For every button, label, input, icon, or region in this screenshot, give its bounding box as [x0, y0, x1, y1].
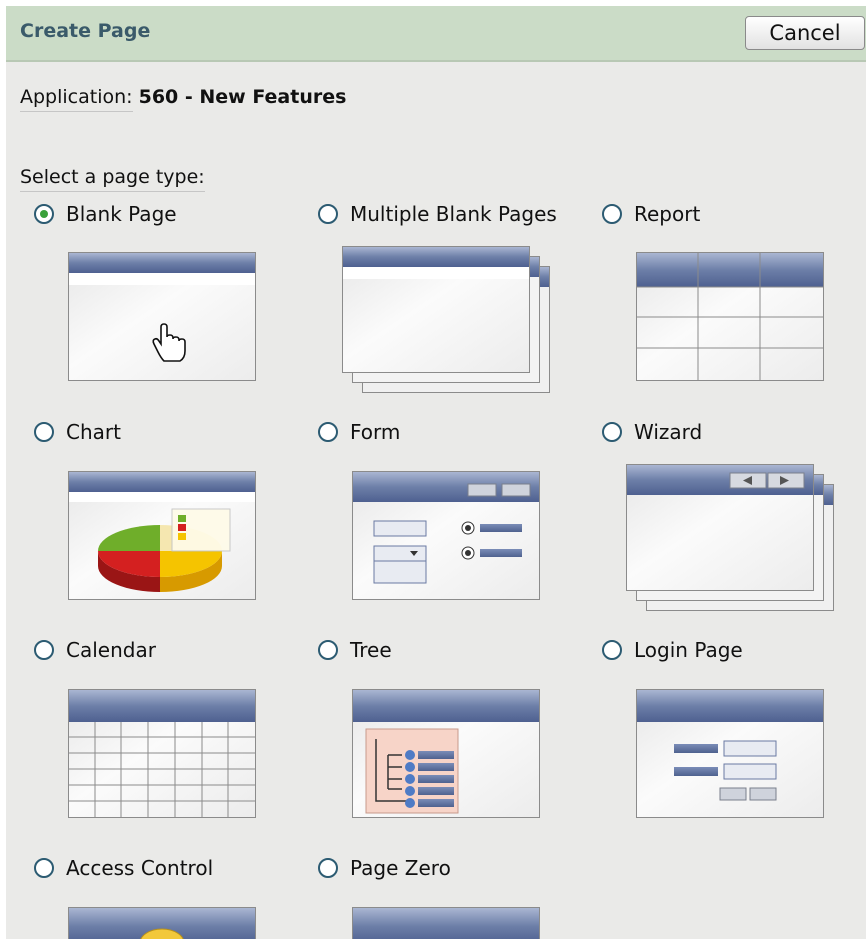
report-thumbnail[interactable]	[636, 252, 826, 384]
login-page-thumbnail[interactable]	[636, 689, 826, 821]
option-page-zero[interactable]: Page Zero	[318, 856, 451, 880]
radio-tree[interactable]	[318, 639, 338, 660]
application-info: Application: 560 - New Features	[20, 86, 347, 112]
option-label-tree: Tree	[350, 638, 392, 662]
blank-page-thumbnail[interactable]	[68, 252, 258, 384]
option-label-login-page: Login Page	[634, 638, 743, 662]
option-login-page[interactable]: Login Page	[602, 638, 743, 662]
radio-login-page[interactable]	[602, 639, 622, 660]
access-control-thumbnail[interactable]	[68, 907, 258, 939]
option-label-calendar: Calendar	[66, 638, 156, 662]
radio-blank-page[interactable]	[34, 203, 54, 224]
option-label-multiple-blank-pages: Multiple Blank Pages	[350, 202, 557, 226]
option-label-form: Form	[350, 420, 401, 444]
application-value: 560 - New Features	[138, 86, 347, 108]
option-form[interactable]: Form	[318, 420, 400, 444]
chart-thumbnail[interactable]	[68, 471, 258, 603]
radio-wizard[interactable]	[602, 421, 622, 442]
page-title: Create Page	[20, 20, 151, 42]
wizard-thumbnail[interactable]	[626, 464, 838, 614]
option-label-wizard: Wizard	[634, 420, 703, 444]
cancel-button[interactable]: Cancel	[745, 16, 865, 50]
radio-access-control[interactable]	[34, 857, 54, 878]
application-label: Application:	[20, 86, 133, 112]
option-wizard[interactable]: Wizard	[602, 420, 702, 444]
create-page-panel: Create Page Cancel Application: 560 - Ne…	[6, 6, 866, 939]
select-page-type-label: Select a page type:	[20, 166, 205, 192]
radio-form[interactable]	[318, 421, 338, 442]
option-calendar[interactable]: Calendar	[34, 638, 156, 662]
option-label-report: Report	[634, 202, 701, 226]
option-blank-page[interactable]: Blank Page	[34, 202, 177, 226]
radio-chart[interactable]	[34, 421, 54, 442]
option-multiple-blank-pages[interactable]: Multiple Blank Pages	[318, 202, 557, 226]
page-header: Create Page Cancel	[6, 6, 866, 62]
option-label-chart: Chart	[66, 420, 121, 444]
option-label-blank-page: Blank Page	[66, 202, 177, 226]
tree-thumbnail[interactable]	[352, 689, 542, 821]
option-label-access-control: Access Control	[66, 856, 214, 880]
option-access-control[interactable]: Access Control	[34, 856, 213, 880]
calendar-thumbnail[interactable]	[68, 689, 258, 821]
radio-calendar[interactable]	[34, 639, 54, 660]
option-report[interactable]: Report	[602, 202, 700, 226]
form-thumbnail[interactable]	[352, 471, 542, 603]
radio-multiple-blank-pages[interactable]	[318, 203, 338, 224]
option-tree[interactable]: Tree	[318, 638, 392, 662]
page-zero-thumbnail[interactable]	[352, 907, 542, 939]
radio-report[interactable]	[602, 203, 622, 224]
multiple-blank-pages-thumbnail[interactable]	[342, 246, 554, 396]
radio-page-zero[interactable]	[318, 857, 338, 878]
option-label-page-zero: Page Zero	[350, 856, 451, 880]
option-chart[interactable]: Chart	[34, 420, 121, 444]
